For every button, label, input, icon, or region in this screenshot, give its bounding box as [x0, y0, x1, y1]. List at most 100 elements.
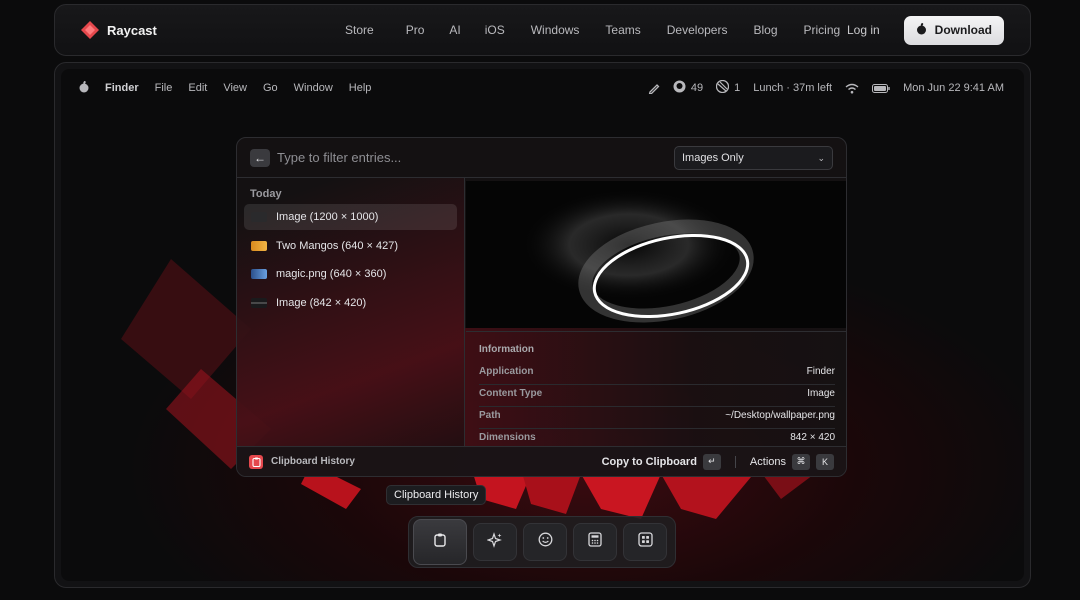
info-value: Finder: [806, 366, 835, 377]
info-value: ~/Desktop/wallpaper.png: [725, 410, 835, 421]
nav-link-ios[interactable]: iOS: [485, 23, 505, 37]
command-key: ⌘: [792, 453, 810, 470]
chevron-down-icon: ⌄: [817, 152, 825, 163]
raycast-logo-icon: [81, 21, 99, 39]
list-item-label: magic.png (640 × 360): [276, 268, 387, 280]
image-preview: [466, 181, 846, 328]
nav-link-blog[interactable]: Blog: [753, 23, 777, 37]
menu-go[interactable]: Go: [263, 82, 278, 94]
calendar-event[interactable]: Lunch · 37m left: [753, 82, 832, 94]
info-key: Dimensions: [479, 432, 536, 443]
calculator-icon: [588, 532, 602, 552]
wifi-icon[interactable]: [845, 83, 859, 94]
clipboard-history-icon: [249, 454, 263, 469]
list-item-label: Image (842 × 420): [276, 297, 367, 309]
extensions-button[interactable]: [623, 523, 667, 561]
nav-link-windows[interactable]: Windows: [531, 23, 580, 37]
grid-icon: [637, 532, 653, 552]
menu-file[interactable]: File: [155, 82, 173, 94]
emoji-button[interactable]: [523, 523, 567, 561]
raycast-window: ← Type to filter entries... Images Only …: [236, 137, 847, 477]
striped-ball-icon: [715, 79, 730, 96]
emoji-icon: [538, 532, 553, 552]
menu-app-name[interactable]: Finder: [105, 82, 139, 94]
info-key: Content Type: [479, 388, 543, 399]
list-item-two-mangos[interactable]: Two Mangos (640 × 427): [244, 233, 457, 259]
brand[interactable]: Raycast: [81, 21, 157, 39]
separator: [734, 455, 736, 468]
notification-count: 1: [734, 82, 741, 94]
notification-status[interactable]: 1: [715, 79, 741, 96]
clock[interactable]: Mon Jun 22 9:41 AM: [903, 82, 1004, 94]
actions-button[interactable]: Actions: [750, 456, 786, 468]
return-key: ↵: [702, 453, 721, 470]
image-thumbnail-icon: [251, 298, 267, 308]
menu-view[interactable]: View: [223, 82, 247, 94]
desktop: Finder File Edit View Go Window Help 49: [61, 69, 1024, 581]
info-panel: Information Application Finder Content T…: [466, 331, 846, 448]
info-row-content-type: Content Type Image: [479, 388, 835, 402]
info-title: Information: [479, 344, 534, 355]
battery-icon[interactable]: [872, 83, 890, 93]
apple-icon: [916, 22, 927, 38]
github-status[interactable]: 49: [673, 80, 703, 96]
nav-link-developers[interactable]: Developers: [667, 23, 728, 37]
command-dock: [408, 516, 676, 568]
menu-window[interactable]: Window: [294, 82, 333, 94]
info-value: 842 × 420: [790, 432, 835, 443]
nav-link-pricing[interactable]: Pricing: [804, 23, 841, 37]
filter-value: Images Only: [682, 152, 744, 164]
download-label: Download: [934, 23, 992, 37]
menu-help[interactable]: Help: [349, 82, 372, 94]
brand-name: Raycast: [107, 22, 157, 38]
site-nav: Raycast Store Pro AI iOS Windows Teams D…: [54, 4, 1031, 56]
mangos-thumbnail-icon: [251, 241, 267, 251]
calculator-button[interactable]: [573, 523, 617, 561]
apple-menu-icon[interactable]: [79, 80, 89, 96]
list-item-image-842[interactable]: Image (842 × 420): [244, 290, 457, 316]
mac-menubar: Finder File Edit View Go Window Help 49: [61, 69, 1024, 107]
ring-image: [521, 189, 761, 323]
clipboard-icon: [432, 532, 448, 553]
list-item-label: Two Mangos (640 × 427): [276, 240, 398, 252]
image-thumbnail-icon: [251, 212, 267, 222]
download-button[interactable]: Download: [903, 15, 1004, 45]
section-label: Today: [250, 188, 282, 200]
info-key: Application: [479, 366, 534, 377]
search-bar: ← Type to filter entries... Images Only …: [237, 138, 846, 178]
info-row-dimensions: Dimensions 842 × 420: [479, 432, 835, 446]
info-value: Image: [807, 388, 835, 399]
command-name: Clipboard History: [271, 456, 355, 467]
filter-dropdown[interactable]: Images Only ⌄: [674, 146, 833, 170]
divider: [479, 406, 835, 407]
search-input[interactable]: Type to filter entries...: [277, 150, 401, 165]
login-link[interactable]: Log in: [847, 23, 880, 37]
sparkles-icon: [486, 531, 503, 553]
nav-link-store[interactable]: Store: [345, 23, 374, 37]
dock-tooltip: Clipboard History: [386, 485, 487, 505]
divider: [479, 384, 835, 385]
copy-to-clipboard-action[interactable]: Copy to Clipboard: [602, 456, 697, 468]
list-item-label: Image (1200 × 1000): [276, 211, 379, 223]
info-key: Path: [479, 410, 501, 421]
nav-link-ai[interactable]: AI: [449, 23, 460, 37]
divider: [479, 428, 835, 429]
ai-button[interactable]: [473, 523, 517, 561]
nav-links: Store Pro AI iOS Windows Teams Developer…: [345, 23, 840, 37]
back-arrow-icon[interactable]: ←: [250, 148, 270, 167]
nav-link-pro[interactable]: Pro: [406, 23, 425, 37]
k-key: K: [816, 453, 834, 470]
pen-icon[interactable]: [648, 82, 660, 94]
nav-right: Log in Download: [847, 15, 1004, 45]
action-bar: Clipboard History Copy to Clipboard ↵ Ac…: [237, 446, 846, 476]
github-icon: [673, 80, 686, 96]
list-item-magic-png[interactable]: magic.png (640 × 360): [244, 261, 457, 287]
clipboard-history-button[interactable]: [413, 519, 467, 565]
clipboard-list: Today Image (1200 × 1000) Two Mangos (64…: [237, 178, 465, 448]
info-row-path: Path ~/Desktop/wallpaper.png: [479, 410, 835, 424]
github-count: 49: [690, 82, 704, 94]
nav-link-teams[interactable]: Teams: [605, 23, 640, 37]
info-row-application: Application Finder: [479, 366, 835, 380]
list-item-image-1200[interactable]: Image (1200 × 1000): [244, 204, 457, 230]
menu-edit[interactable]: Edit: [188, 82, 207, 94]
